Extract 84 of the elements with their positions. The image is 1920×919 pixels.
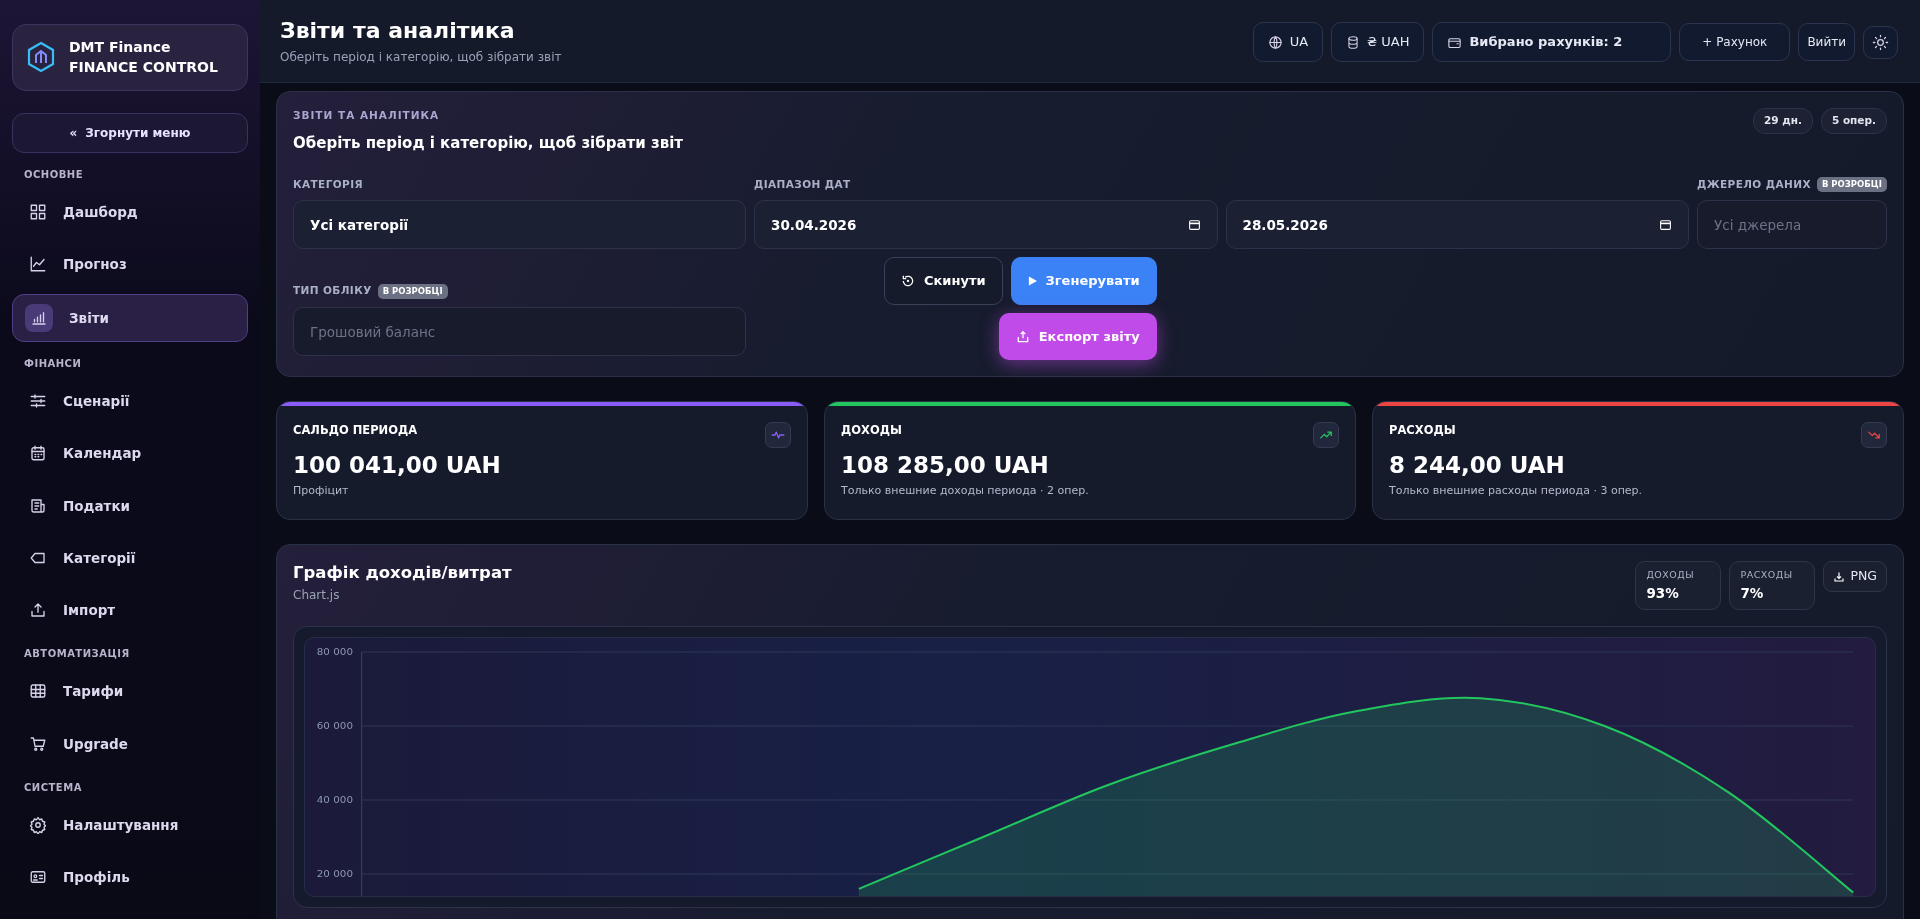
gear-icon [29,815,47,834]
kpi-title: САЛЬДО ПЕРИОДА [293,422,418,440]
cube-logo-icon [27,41,55,74]
sidebar-item[interactable]: Звіти [12,294,248,343]
kpi-title: ДОХОДЫ [841,422,902,440]
logout-button[interactable]: Вийти [1798,23,1855,62]
chevrons-icon: « [69,123,78,142]
language-button[interactable]: UA [1252,22,1324,62]
table-icon [29,682,47,701]
calendar-icon [1659,218,1672,232]
sidebar-item[interactable]: Upgrade [12,721,248,766]
brand-name: DMT Finance [69,38,172,57]
chart-title: Графік доходів/витрат [293,562,512,585]
kpi-note: Профіцит [293,482,350,499]
globe-icon [1267,34,1283,50]
export-icon [1015,329,1030,344]
sidebar-item[interactable]: Календар [12,431,248,476]
kpi-note: Только внешние расходы периода · 3 опер. [1389,482,1644,499]
field-label: ДЖЕРЕЛО ДАНИХ [1697,176,1811,192]
kpi-value: 100 041,00 UAH [293,451,502,481]
in-development-badge: В РОЗРОБЦІ [377,283,448,299]
collapse-menu-button[interactable]: « Згорнути меню [12,112,248,153]
section-title: ОСНОВНЕ [24,167,85,182]
stat-value: 93% [1646,583,1680,603]
date-to-field[interactable]: 28.05.2026 [1225,200,1689,250]
export-button[interactable]: Експорт звіту [998,312,1157,361]
line-chart-icon [29,254,47,273]
category-select[interactable]: Усі категорії [293,200,746,250]
theme-toggle-button[interactable] [1863,25,1898,59]
in-development-badge: В РОЗРОБЦІ [1816,177,1887,192]
generate-button[interactable]: Згенерувати [1010,257,1157,305]
kpi-value: 8 244,00 UAH [1389,451,1566,481]
brand-subtitle: FINANCE CONTROL [69,58,218,78]
y-tick-label: 40 000 [316,794,353,805]
sidebar-item[interactable]: Профіль [12,855,248,900]
sidebar-item[interactable]: Сценарії [12,379,248,424]
download-icon [1833,570,1846,583]
grid-icon [29,202,47,221]
kpi-title: РАСХОДЫ [1389,422,1456,440]
sidebar-item[interactable]: Тарифи [12,669,248,714]
currency-button[interactable]: ₴ UAH [1331,22,1425,62]
upload-icon [29,601,47,620]
calendar-icon [29,444,47,463]
sidebar-item[interactable]: Прогноз [12,241,248,287]
cart-icon [29,734,47,753]
field-label: КАТЕГОРІЯ [293,176,363,192]
calendar-icon [1187,218,1201,232]
field-label: ТИП ОБЛІКУ [293,283,372,299]
field-label: ДІАПАЗОН ДАТ [754,176,851,192]
stat-label: ДОХОДЫ [1646,568,1696,583]
section-title: АВТОМАТИЗАЦІЯ [24,647,131,662]
kpi-note: Только внешние доходы периода · 2 опер. [841,482,1090,499]
count-pill: 29 дн. [1752,108,1813,135]
reset-button[interactable]: Скинути [884,257,1003,305]
accounts-button[interactable]: Вибрано рахунків: 2 [1432,22,1672,62]
y-tick-label: 20 000 [316,868,353,879]
date-from-field[interactable]: 30.04.2026 [754,200,1218,250]
sidebar-item[interactable]: Налаштування [12,802,248,848]
page-subtitle: Оберіть період і категорію, щоб зібрати звіт [280,49,562,67]
sun-icon [1872,33,1889,51]
stat-label: РАСХОДЫ [1740,568,1794,583]
kpi-value: 108 285,00 UAH [841,451,1050,481]
page-title: Звіти та аналітика [280,18,516,45]
add-account-button[interactable]: + Рахунок [1679,23,1791,62]
sidebar-item[interactable]: Імпорт [12,588,248,633]
document-icon [29,496,47,515]
chart-subtitle: Chart.js [293,587,341,605]
sidebar-item[interactable]: Категорії [12,535,248,581]
bar-chart-icon [30,309,48,328]
section-title: СИСТЕМА [24,780,83,795]
coins-icon [1346,34,1361,50]
count-pill: 5 опер. [1820,108,1887,135]
card-eyebrow: ЗВІТИ ТА АНАЛІТИКА [293,108,441,124]
sliders-icon [29,392,47,411]
sidebar-item[interactable]: Дашборд [12,189,248,234]
png-download-button[interactable]: PNG [1823,561,1887,593]
reset-icon [901,274,915,289]
y-tick-label: 60 000 [316,720,353,731]
section-title: ФІНАНСИ [24,357,83,372]
stat-value: 7% [1740,583,1765,603]
y-tick-label: 80 000 [316,646,353,657]
play-icon [1027,276,1037,287]
sidebar-item[interactable]: Податки [12,483,248,528]
card-heading: Оберіть період і категорію, щоб зібрати звіт [293,133,684,155]
